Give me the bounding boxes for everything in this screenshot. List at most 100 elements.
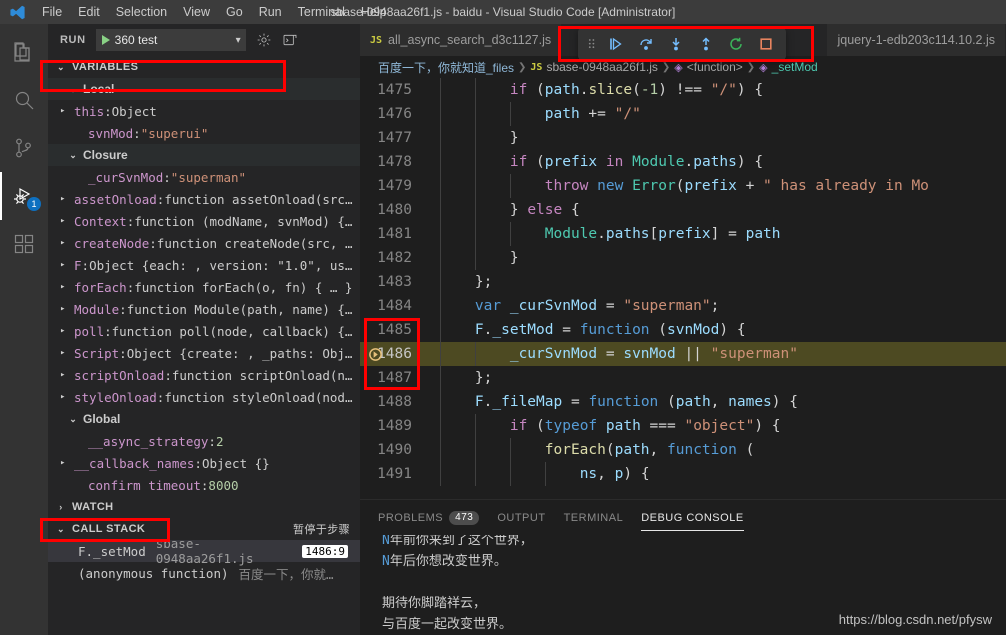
breadcrumb-symbol[interactable]: _setMod: [772, 60, 818, 74]
variable-row[interactable]: ▸ scriptOnload : function scriptOnload(n…: [48, 364, 360, 386]
variable-row[interactable]: ▸ __callback_names : Object {}: [48, 452, 360, 474]
drag-handle-icon[interactable]: [584, 37, 600, 52]
code-line[interactable]: 1486 _curSvnMod = svnMod || "superman": [360, 342, 1006, 366]
code-line[interactable]: 1475 if (path.slice(-1) !== "/") {: [360, 78, 1006, 102]
code-line[interactable]: 1483 };: [360, 270, 1006, 294]
variable-row[interactable]: ▸ poll : function poll(node, callback) {…: [48, 320, 360, 342]
variable-row[interactable]: ▸ createNode : function createNode(src, …: [48, 232, 360, 254]
line-number[interactable]: 1484: [360, 294, 422, 318]
open-debug-console-icon[interactable]: [282, 32, 298, 48]
callstack-frame[interactable]: F._setMod sbase-0948aa26f1.js 1486:9: [48, 536, 360, 566]
line-number[interactable]: 1481: [360, 222, 422, 246]
watch-twisty-icon[interactable]: ›: [54, 502, 68, 512]
step-out-icon[interactable]: [692, 31, 720, 57]
chevron-down-icon[interactable]: ▾: [236, 35, 241, 46]
breadcrumb-folder[interactable]: 百度一下，你就知道_files: [378, 59, 514, 76]
line-number[interactable]: 1491: [360, 462, 422, 486]
line-number[interactable]: 1488: [360, 390, 422, 414]
line-number[interactable]: 1478: [360, 150, 422, 174]
variable-row[interactable]: __async_strategy : 2: [48, 430, 360, 452]
expand-twisty-icon[interactable]: ▸: [60, 326, 74, 336]
files-explorer-icon[interactable]: [0, 28, 48, 76]
gear-icon[interactable]: [256, 32, 272, 48]
variables-twisty-icon[interactable]: ⌄: [54, 62, 68, 73]
step-over-icon[interactable]: [632, 31, 660, 57]
code-line[interactable]: 1487 };: [360, 366, 1006, 390]
expand-twisty-icon[interactable]: ▸: [60, 392, 74, 402]
menu-file[interactable]: File: [34, 3, 70, 21]
code-line[interactable]: 1476 path += "/": [360, 102, 1006, 126]
callstack-frame[interactable]: (anonymous function) 百度一下，你就…: [48, 562, 360, 584]
variable-row[interactable]: _curSvnMod : "superman": [48, 166, 360, 188]
variable-row[interactable]: ▸ Module : function Module(path, name) {…: [48, 298, 360, 320]
line-number[interactable]: 1476: [360, 102, 422, 126]
code-line[interactable]: 1489 if (typeof path === "object") {: [360, 414, 1006, 438]
tab-debug-console[interactable]: DEBUG CONSOLE: [641, 500, 745, 535]
variable-row[interactable]: confirm timeout : 8000: [48, 474, 360, 496]
scope-twisty-icon[interactable]: ⌄: [66, 150, 80, 161]
line-number[interactable]: 1480: [360, 198, 422, 222]
expand-twisty-icon[interactable]: ▸: [60, 106, 74, 116]
menu-go[interactable]: Go: [218, 3, 251, 21]
line-number[interactable]: 1486: [360, 342, 422, 366]
editor-tab[interactable]: JS all_async_search_d3c1127.js: [360, 24, 563, 56]
launch-config-dropdown[interactable]: 360 test ▾: [95, 29, 246, 51]
code-line[interactable]: 1485 F._setMod = function (svnMod) {: [360, 318, 1006, 342]
code-line[interactable]: 1479 throw new Error(prefix + " has alre…: [360, 174, 1006, 198]
extensions-icon[interactable]: [0, 220, 48, 268]
expand-twisty-icon[interactable]: ▸: [60, 216, 74, 226]
step-into-icon[interactable]: [662, 31, 690, 57]
variable-row[interactable]: svnMod : "superui": [48, 122, 360, 144]
menu-edit[interactable]: Edit: [70, 3, 108, 21]
scope-twisty-icon[interactable]: ⌄: [66, 84, 80, 95]
variable-row[interactable]: ▸ styleOnload : function styleOnload(nod…: [48, 386, 360, 408]
tab-terminal[interactable]: TERMINAL: [564, 500, 624, 535]
watch-section-header[interactable]: › WATCH: [48, 496, 360, 518]
menu-view[interactable]: View: [175, 3, 218, 21]
code-editor[interactable]: 1475 if (path.slice(-1) !== "/") {1476 p…: [360, 78, 1006, 499]
line-number[interactable]: 1479: [360, 174, 422, 198]
breadcrumb-symbol[interactable]: <function>: [687, 60, 743, 74]
code-line[interactable]: 1480 } else {: [360, 198, 1006, 222]
expand-twisty-icon[interactable]: ▸: [60, 260, 74, 270]
continue-icon[interactable]: [602, 31, 630, 57]
source-control-icon[interactable]: [0, 124, 48, 172]
scope-local[interactable]: ⌄ Local: [48, 78, 360, 100]
play-icon[interactable]: [101, 35, 110, 45]
stop-icon[interactable]: [752, 31, 780, 57]
menu-selection[interactable]: Selection: [108, 3, 175, 21]
code-line[interactable]: 1478 if (prefix in Module.paths) {: [360, 150, 1006, 174]
variable-row[interactable]: ▸ forEach : function forEach(o, fn) { … …: [48, 276, 360, 298]
variables-section-header[interactable]: ⌄ VARIABLES: [48, 56, 360, 78]
breakpoint-arrow-icon[interactable]: [368, 346, 383, 361]
callstack-section-header[interactable]: ⌄ CALL STACK 暂停于步骤: [48, 518, 360, 540]
editor-tab[interactable]: jquery-1-edb203c114.10.2.js: [827, 24, 1006, 56]
expand-twisty-icon[interactable]: ▸: [60, 458, 74, 468]
scope-closure[interactable]: ⌄ Closure: [48, 144, 360, 166]
variable-row[interactable]: ▸ Context : function (modName, svnMod) {…: [48, 210, 360, 232]
scope-global[interactable]: ⌄ Global: [48, 408, 360, 430]
line-number[interactable]: 1489: [360, 414, 422, 438]
line-number[interactable]: 1482: [360, 246, 422, 270]
search-icon[interactable]: [0, 76, 48, 124]
variable-row[interactable]: ▸ Script : Object {create: , _paths: Obj…: [48, 342, 360, 364]
expand-twisty-icon[interactable]: ▸: [60, 238, 74, 248]
menu-help[interactable]: Help: [353, 3, 395, 21]
menu-run[interactable]: Run: [251, 3, 290, 21]
line-number[interactable]: 1483: [360, 270, 422, 294]
line-number[interactable]: 1477: [360, 126, 422, 150]
tab-problems[interactable]: PROBLEMS 473: [378, 500, 480, 535]
expand-twisty-icon[interactable]: ▸: [60, 348, 74, 358]
expand-twisty-icon[interactable]: ▸: [60, 370, 74, 380]
menu-terminal[interactable]: Terminal: [290, 3, 353, 21]
code-line[interactable]: 1477 }: [360, 126, 1006, 150]
expand-twisty-icon[interactable]: ▸: [60, 282, 74, 292]
code-line[interactable]: 1482 }: [360, 246, 1006, 270]
variables-tree[interactable]: ⌄ Local ▸ this : Object svnMod : "superu…: [48, 78, 360, 496]
expand-twisty-icon[interactable]: ▸: [60, 194, 74, 204]
restart-icon[interactable]: [722, 31, 750, 57]
scope-twisty-icon[interactable]: ⌄: [66, 414, 80, 425]
line-number[interactable]: 1490: [360, 438, 422, 462]
line-number[interactable]: 1485: [360, 318, 422, 342]
code-line[interactable]: 1484 var _curSvnMod = "superman";: [360, 294, 1006, 318]
